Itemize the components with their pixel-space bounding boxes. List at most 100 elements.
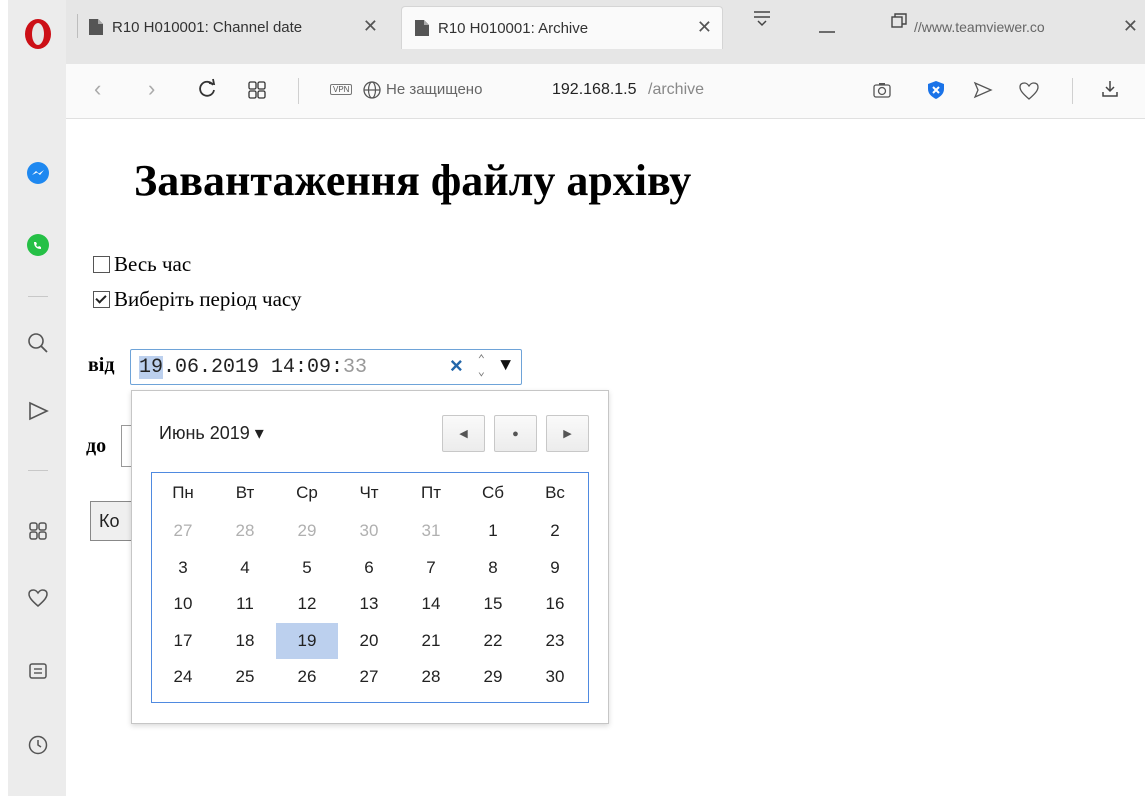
calendar-day[interactable]: 5 <box>276 550 338 586</box>
reload-icon[interactable] <box>196 77 218 105</box>
calendar-day[interactable]: 15 <box>462 586 524 622</box>
calendar-day[interactable]: 2 <box>524 513 586 549</box>
calendar-day[interactable]: 22 <box>462 623 524 659</box>
speed-dial-icon[interactable] <box>25 518 51 544</box>
address-bar: ‹ › VPN Не защищено 192.168.1.5 /archive <box>66 64 1145 119</box>
security-status[interactable]: Не защищено <box>386 81 482 98</box>
option-select-period[interactable]: Виберіть період часу <box>93 287 301 312</box>
calendar-day[interactable]: 28 <box>214 513 276 549</box>
search-icon[interactable] <box>25 330 51 356</box>
weekday-header: Вс <box>545 483 565 502</box>
calendar-day[interactable]: 24 <box>152 659 214 695</box>
spinner-icon[interactable]: ⌃ ⌄ <box>478 354 485 378</box>
close-tab-icon[interactable]: ✕ <box>363 16 378 37</box>
calendar-day[interactable]: 26 <box>276 659 338 695</box>
bookmark-heart-icon[interactable] <box>1018 81 1040 106</box>
page-icon <box>414 19 430 37</box>
option-label: Весь час <box>114 252 192 276</box>
calendar-day[interactable]: 6 <box>338 550 400 586</box>
address-divider <box>1072 78 1073 104</box>
from-label: від <box>88 354 115 376</box>
prev-month-button[interactable]: ◀ <box>442 415 485 452</box>
clear-icon[interactable]: × <box>450 355 463 380</box>
weekday-header: Ср <box>296 483 318 502</box>
button-label: Ко <box>99 510 120 531</box>
restore-icon[interactable] <box>890 12 908 35</box>
calendar-popup: Июнь 2019 ▾ ◀ ● ▶ Пн Вт Ср Чт Пт Сб Вс 27 28 29 30… <box>131 390 609 724</box>
calendar-day[interactable]: 28 <box>400 659 462 695</box>
month-selector[interactable]: Июнь 2019 ▾ <box>159 423 264 444</box>
tab-menu-icon[interactable] <box>752 8 772 33</box>
calendar-day[interactable]: 13 <box>338 586 400 622</box>
calendar-day[interactable]: 9 <box>524 550 586 586</box>
opera-logo-icon[interactable] <box>23 17 53 51</box>
calendar-day[interactable]: 8 <box>462 550 524 586</box>
history-icon[interactable] <box>25 732 51 758</box>
calendar-day[interactable]: 29 <box>462 659 524 695</box>
tab-channel-date[interactable]: R10 H010001: Channel date ✕ <box>88 6 388 48</box>
seconds-segment[interactable]: 33 <box>343 356 367 379</box>
close-tab-icon[interactable]: ✕ <box>1123 16 1138 37</box>
calendar-day[interactable]: 19 <box>276 622 338 659</box>
browser-sidebar <box>8 0 67 796</box>
next-month-button[interactable]: ▶ <box>546 415 589 452</box>
calendar-day[interactable]: 12 <box>276 586 338 622</box>
dropdown-arrow-icon[interactable]: ▼ <box>500 356 511 376</box>
calendar-day[interactable]: 27 <box>152 513 214 549</box>
calendar-day[interactable]: 20 <box>338 623 400 659</box>
tab-divider <box>77 14 78 38</box>
calendar-day[interactable]: 7 <box>400 550 462 586</box>
download-icon[interactable] <box>1100 79 1120 104</box>
to-label: до <box>86 435 107 457</box>
calendar-day[interactable]: 23 <box>524 623 586 659</box>
camera-icon[interactable] <box>872 80 892 105</box>
from-datetime-input[interactable]: 19 .06.2019 14:09: 33 × ⌃ ⌄ ▼ <box>130 349 522 385</box>
calendar-day[interactable]: 4 <box>214 550 276 586</box>
heart-icon[interactable] <box>25 585 51 611</box>
day-segment[interactable]: 19 <box>139 355 164 379</box>
calendar-day[interactable]: 18 <box>214 623 276 659</box>
tab-strip: R10 H010001: Channel date ✕ R10 H010001:… <box>66 0 1145 64</box>
send-icon[interactable] <box>25 398 51 424</box>
vpn-badge[interactable]: VPN <box>330 84 353 95</box>
weekday-header: Вт <box>235 483 255 502</box>
calendar-day[interactable]: 14 <box>400 586 462 622</box>
adblock-shield-icon[interactable] <box>926 80 946 105</box>
news-icon[interactable] <box>25 658 51 684</box>
back-icon[interactable]: ‹ <box>94 76 101 102</box>
calendar-day[interactable]: 31 <box>400 513 462 549</box>
minimize-icon[interactable] <box>818 16 836 39</box>
tab-title: R10 H010001: Archive <box>438 19 589 37</box>
calendar-day[interactable]: 30 <box>338 513 400 549</box>
calendar-day[interactable]: 30 <box>524 659 586 695</box>
calendar-day[interactable]: 29 <box>276 513 338 549</box>
calendar-day[interactable]: 17 <box>152 623 214 659</box>
forward-icon[interactable]: › <box>148 76 155 102</box>
sidebar-divider <box>28 470 48 471</box>
close-tab-icon[interactable]: ✕ <box>697 17 712 38</box>
calendar-day[interactable]: 10 <box>152 586 214 622</box>
whatsapp-icon[interactable] <box>25 232 51 258</box>
today-button[interactable]: ● <box>494 415 537 452</box>
sidebar-divider <box>28 296 48 297</box>
calendar-day[interactable]: 21 <box>400 623 462 659</box>
tab-title: //www.teamviewer.co <box>914 19 1045 35</box>
url-host[interactable]: 192.168.1.5 <box>552 81 637 99</box>
messenger-icon[interactable] <box>25 160 51 186</box>
checkbox-all-time[interactable] <box>93 256 110 273</box>
tab-teamviewer[interactable]: //www.teamviewer.co ✕ <box>914 6 1144 48</box>
tabs-overview-icon[interactable] <box>248 79 266 105</box>
calendar-day[interactable]: 27 <box>338 659 400 695</box>
calendar-day[interactable]: 25 <box>214 659 276 695</box>
flow-send-icon[interactable] <box>973 81 993 104</box>
tab-archive[interactable]: R10 H010001: Archive ✕ <box>401 6 723 49</box>
option-all-time[interactable]: Весь час <box>93 252 191 277</box>
datetime-rest[interactable]: .06.2019 14:09: <box>163 356 343 379</box>
calendar-day[interactable]: 16 <box>524 586 586 622</box>
calendar-day[interactable]: 3 <box>152 550 214 586</box>
calendar-day[interactable]: 11 <box>214 586 276 622</box>
checkbox-select-period[interactable] <box>93 291 110 308</box>
url-path[interactable]: /archive <box>648 81 704 99</box>
globe-icon[interactable] <box>362 80 382 105</box>
calendar-day[interactable]: 1 <box>462 513 524 549</box>
